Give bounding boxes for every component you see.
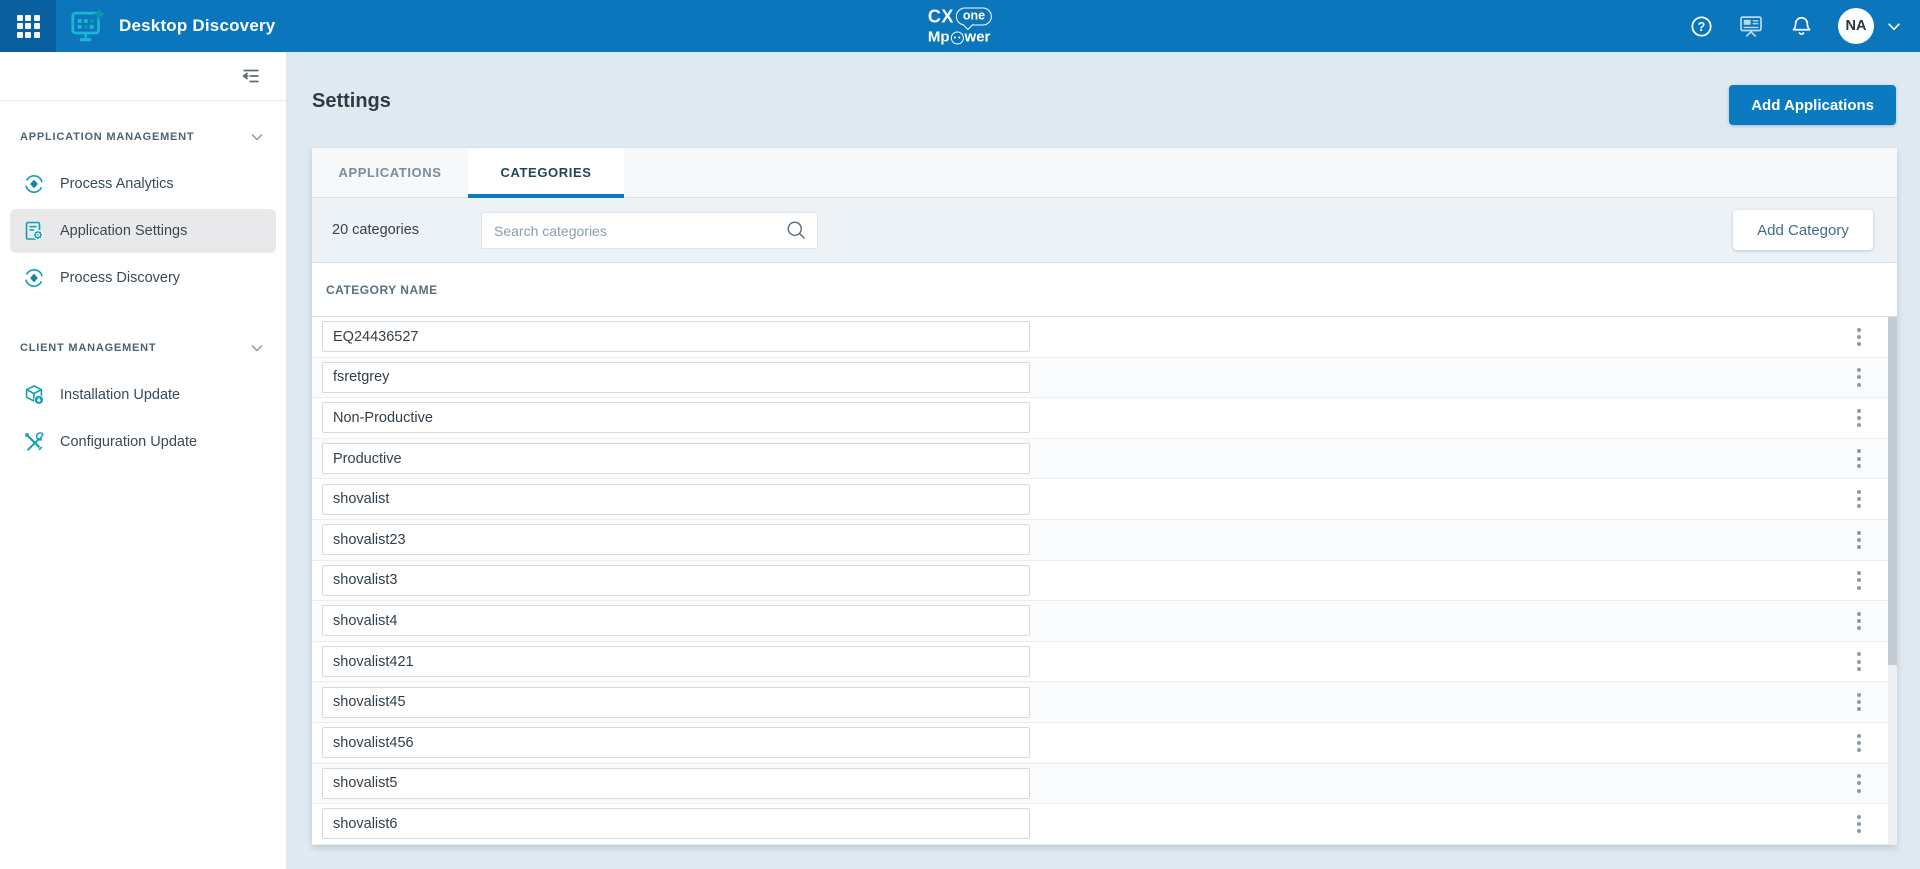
desktop-discovery-logo-icon [69, 6, 107, 46]
sidebar-section-application-management[interactable]: APPLICATION MANAGEMENT [0, 101, 286, 159]
scrollbar-thumb[interactable] [1888, 317, 1897, 665]
row-menu-button[interactable] [1853, 567, 1865, 593]
section-title: CLIENT MANAGEMENT [20, 342, 156, 354]
category-row [312, 764, 1897, 805]
process-discovery-icon [22, 266, 46, 290]
categories-toolbar: 20 categories Add Category [312, 198, 1897, 263]
category-name-input[interactable] [322, 524, 1030, 555]
row-menu-button[interactable] [1853, 648, 1865, 674]
sidebar-section-client-management[interactable]: CLIENT MANAGEMENT [0, 303, 286, 370]
row-menu-button[interactable] [1853, 445, 1865, 471]
category-row [312, 601, 1897, 642]
category-row [312, 520, 1897, 561]
sidebar-item-label: Process Analytics [60, 176, 174, 192]
help-icon[interactable]: ? [1688, 13, 1714, 39]
top-navigation-bar: Desktop Discovery CX one Mpwer ? [0, 0, 1920, 52]
tab-categories[interactable]: CATEGORIES [468, 148, 624, 197]
category-name-input[interactable] [322, 727, 1030, 758]
vertical-scrollbar[interactable] [1888, 317, 1897, 845]
logo-one-bubble: one [956, 8, 992, 26]
category-name-column-header: CATEGORY NAME [326, 283, 438, 297]
configuration-update-icon [22, 430, 46, 454]
category-rows [312, 317, 1897, 845]
cxone-mpower-logo: CX one Mpwer [928, 8, 992, 45]
row-menu-button[interactable] [1853, 689, 1865, 715]
category-name-input[interactable] [322, 484, 1030, 515]
row-menu-button[interactable] [1853, 730, 1865, 756]
chevron-down-icon [248, 339, 266, 357]
sidebar-item-label: Application Settings [60, 223, 187, 239]
application-settings-icon [22, 219, 46, 243]
category-name-input[interactable] [322, 443, 1030, 474]
category-name-input[interactable] [322, 687, 1030, 718]
sidebar-item-label: Process Discovery [60, 270, 180, 286]
category-row [312, 682, 1897, 723]
logo-mpower-pre: Mp [928, 30, 950, 45]
svg-text:?: ? [1697, 19, 1705, 33]
sidebar-item-process-discovery[interactable]: Installation Update Process Discovery [10, 256, 276, 300]
category-name-input[interactable] [322, 565, 1030, 596]
add-applications-button[interactable]: Add Applications [1729, 85, 1896, 125]
settings-tabs: APPLICATIONS CATEGORIES [312, 148, 1897, 198]
chevron-down-icon [248, 128, 266, 146]
notifications-bell-icon[interactable] [1788, 13, 1814, 39]
row-menu-button[interactable] [1853, 486, 1865, 512]
user-avatar[interactable]: NA [1838, 8, 1874, 44]
category-row [312, 561, 1897, 602]
category-row [312, 358, 1897, 399]
category-name-input[interactable] [322, 808, 1030, 839]
desktop-discovery-app: Desktop Discovery CX one Mpwer ? [0, 0, 1920, 869]
category-row [312, 804, 1897, 845]
categories-count: 20 categories [332, 222, 419, 238]
category-row [312, 642, 1897, 683]
category-row [312, 398, 1897, 439]
process-analytics-icon [22, 172, 46, 196]
row-menu-button[interactable] [1853, 608, 1865, 634]
settings-panel: APPLICATIONS CATEGORIES 20 categories [312, 148, 1897, 845]
category-row [312, 317, 1897, 358]
tab-applications[interactable]: APPLICATIONS [312, 148, 468, 197]
app-launcher-button[interactable] [0, 0, 56, 52]
category-row [312, 439, 1897, 480]
row-menu-button[interactable] [1853, 811, 1865, 837]
category-name-input[interactable] [322, 402, 1030, 433]
section-title: APPLICATION MANAGEMENT [20, 131, 194, 143]
sidebar-item-label: Configuration Update [60, 434, 197, 450]
category-name-input[interactable] [322, 321, 1030, 352]
sidebar-item-configuration-update[interactable]: Configuration Update [10, 420, 276, 464]
add-category-button[interactable]: Add Category [1733, 210, 1873, 250]
row-menu-button[interactable] [1853, 770, 1865, 796]
category-table-header: CATEGORY NAME [312, 263, 1897, 317]
sidebar-item-installation-update[interactable]: Installation Update [10, 373, 276, 417]
row-menu-button[interactable] [1853, 324, 1865, 350]
sidebar: APPLICATION MANAGEMENT Process Analytics [0, 52, 287, 869]
sidebar-item-label: Installation Update [60, 387, 180, 403]
search-icon[interactable] [785, 219, 808, 247]
search-categories-input[interactable] [481, 212, 818, 249]
presentation-board-icon[interactable] [1738, 13, 1764, 39]
logo-mpower-post: wer [965, 30, 991, 45]
installation-update-icon [22, 383, 46, 407]
category-name-input[interactable] [322, 605, 1030, 636]
page-title: Settings [312, 90, 1897, 113]
sidebar-item-application-settings[interactable]: Application Settings [10, 209, 276, 253]
collapse-sidebar-button[interactable] [240, 65, 262, 87]
row-menu-button[interactable] [1853, 405, 1865, 431]
main-content: Settings Add Applications APPLICATIONS C… [287, 52, 1920, 869]
sidebar-item-process-analytics[interactable]: Process Analytics [10, 162, 276, 206]
category-name-input[interactable] [322, 362, 1030, 393]
account-menu-chevron-down-icon[interactable] [1884, 16, 1904, 36]
category-name-input[interactable] [322, 646, 1030, 677]
category-row [312, 723, 1897, 764]
logo-cx-text: CX [928, 8, 954, 26]
app-title: Desktop Discovery [119, 16, 275, 36]
category-row [312, 479, 1897, 520]
app-grid-icon [17, 15, 40, 38]
category-name-input[interactable] [322, 768, 1030, 799]
logo-robot-o-icon [951, 32, 964, 45]
row-menu-button[interactable] [1853, 364, 1865, 390]
row-menu-button[interactable] [1853, 527, 1865, 553]
